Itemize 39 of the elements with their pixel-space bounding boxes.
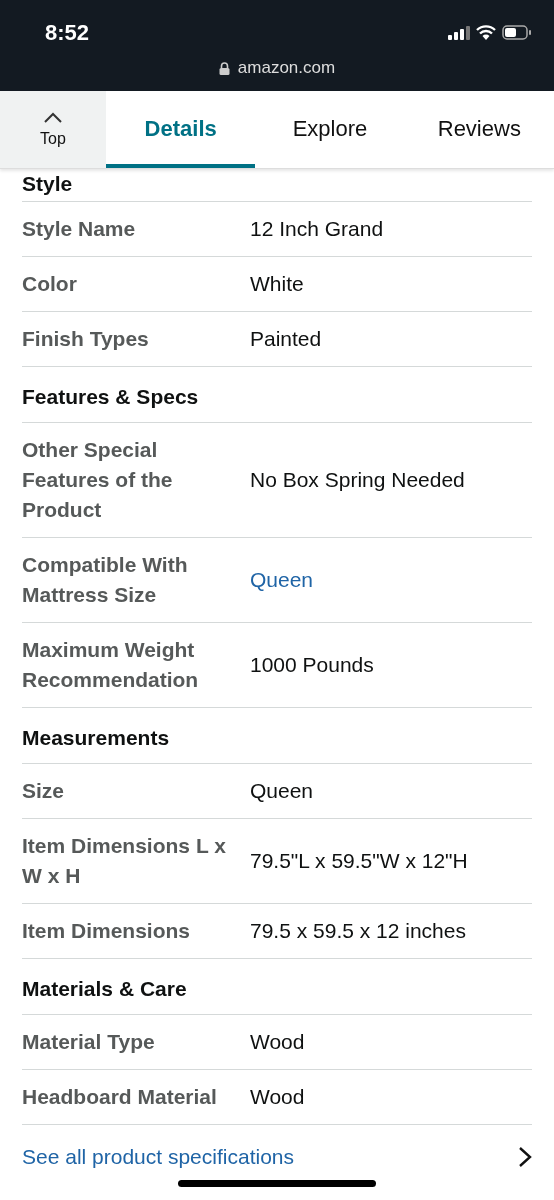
spec-label: Color — [22, 271, 78, 297]
tab[interactable]: Details — [106, 91, 256, 168]
clock-time: 8:52 — [45, 20, 90, 46]
chevron-right-icon — [518, 1146, 532, 1168]
spec-value-link[interactable]: Queen — [250, 565, 314, 595]
spec-label: Size — [22, 778, 66, 804]
section-heading: Style — [22, 169, 532, 202]
spec-value: Wood — [250, 1029, 305, 1055]
tab[interactable]: Reviews — [404, 91, 554, 168]
spec-value: 12 Inch Grand — [250, 216, 384, 242]
section-heading: Measurements — [22, 708, 532, 764]
section-heading: Materials & Care — [22, 959, 532, 1015]
battery-icon — [502, 25, 532, 40]
spec-label: Other Special Features of the Product — [22, 437, 174, 523]
chevron-up-icon — [43, 111, 63, 124]
spec-value: White — [250, 271, 304, 297]
spec-value: Queen — [250, 778, 314, 804]
tab[interactable]: Explore — [255, 91, 405, 168]
spec-label: Material Type — [22, 1029, 156, 1055]
spec-value: 79.5 x 59.5 x 12 inches — [250, 918, 466, 944]
signal-icon — [448, 25, 470, 40]
spec-label: Item Dimensions — [22, 918, 192, 944]
spec-label: Item Dimensions L x W x H — [22, 833, 227, 889]
spec-value: No Box Spring Needed — [250, 467, 465, 493]
spec-value: 1000 Pounds — [250, 652, 374, 678]
spec-value: Wood — [250, 1084, 305, 1110]
see-all-specifications-link[interactable]: See all product specifications — [22, 1145, 294, 1169]
spec-label: Style Name — [22, 216, 137, 242]
spec-label: Finish Types — [22, 326, 150, 352]
lock-icon — [218, 61, 230, 75]
spec-label: Headboard Material — [22, 1084, 218, 1110]
spec-value: Painted — [250, 326, 322, 352]
spec-label: Maximum Weight Recommendation — [22, 637, 200, 693]
spec-value: 79.5"L x 59.5"W x 12"H — [250, 848, 468, 874]
spec-label: Compatible With Mattress Size — [22, 552, 189, 608]
back-to-top-button[interactable]: Top — [0, 91, 106, 168]
section-heading: Features & Specs — [22, 367, 532, 423]
wifi-icon — [476, 25, 496, 40]
page-address: amazon.com — [237, 58, 336, 78]
